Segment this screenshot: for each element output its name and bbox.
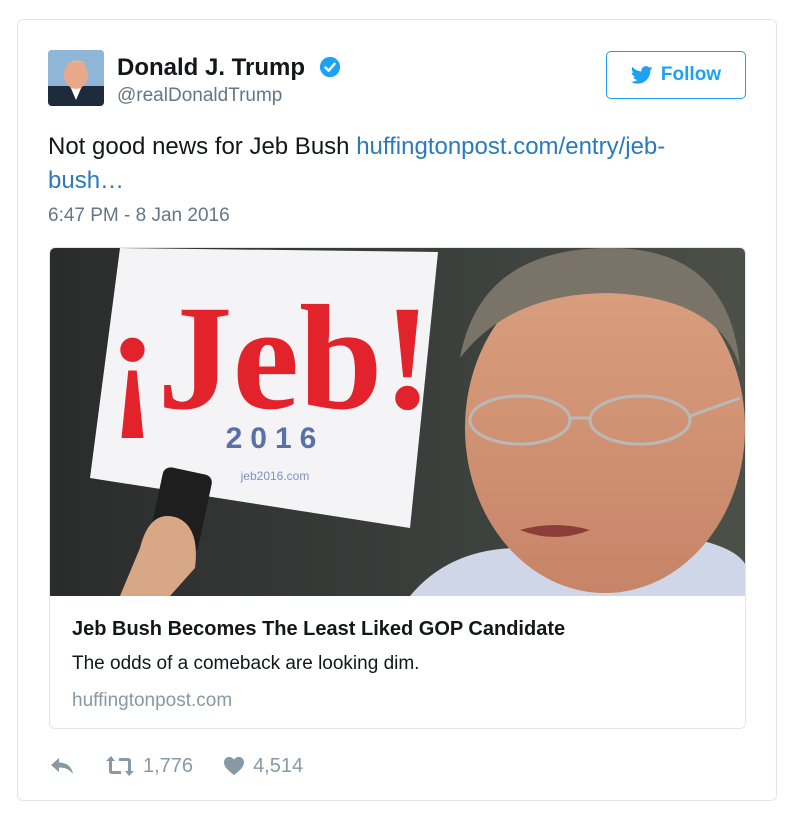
twitter-bird-icon: [630, 66, 653, 84]
tweet-actions: 1,776 4,514: [49, 753, 333, 779]
user-handle[interactable]: @realDonaldTrump: [117, 85, 282, 107]
sign-year: 2016: [226, 422, 325, 455]
card-description: The odds of a comeback are looking dim.: [72, 653, 420, 674]
like-button[interactable]: 4,514: [223, 755, 303, 778]
user-name[interactable]: Donald J. Trump: [117, 54, 305, 82]
tweet-body: Not good news for Jeb Bush: [48, 133, 357, 160]
follow-button-label: Follow: [660, 64, 722, 85]
tweet-text: Not good news for Jeb Bush huffingtonpos…: [48, 130, 708, 198]
sign-url: jeb2016.com: [240, 469, 310, 483]
follow-button[interactable]: Follow: [606, 51, 746, 99]
heart-icon: [224, 756, 245, 776]
verified-badge-icon: [319, 56, 341, 78]
retweet-button[interactable]: 1,776: [105, 755, 193, 778]
link-card[interactable]: ¡Jeb! 2016 jeb2016.com Jeb Bush Becomes …: [49, 247, 746, 729]
reply-button[interactable]: [49, 756, 75, 776]
sign-text: ¡Jeb!: [108, 275, 433, 441]
retweet-icon: [106, 756, 134, 776]
tweet-embed: Donald J. Trump @realDonaldTrump Follow …: [17, 19, 777, 801]
card-image[interactable]: ¡Jeb! 2016 jeb2016.com: [50, 248, 746, 596]
retweet-count: 1,776: [143, 754, 194, 777]
avatar[interactable]: [48, 50, 104, 106]
card-title[interactable]: Jeb Bush Becomes The Least Liked GOP Can…: [72, 618, 565, 641]
tweet-timestamp[interactable]: 6:47 PM - 8 Jan 2016: [48, 205, 230, 227]
like-count: 4,514: [253, 754, 304, 777]
reply-icon: [51, 758, 73, 774]
card-domain: huffingtonpost.com: [72, 690, 233, 711]
